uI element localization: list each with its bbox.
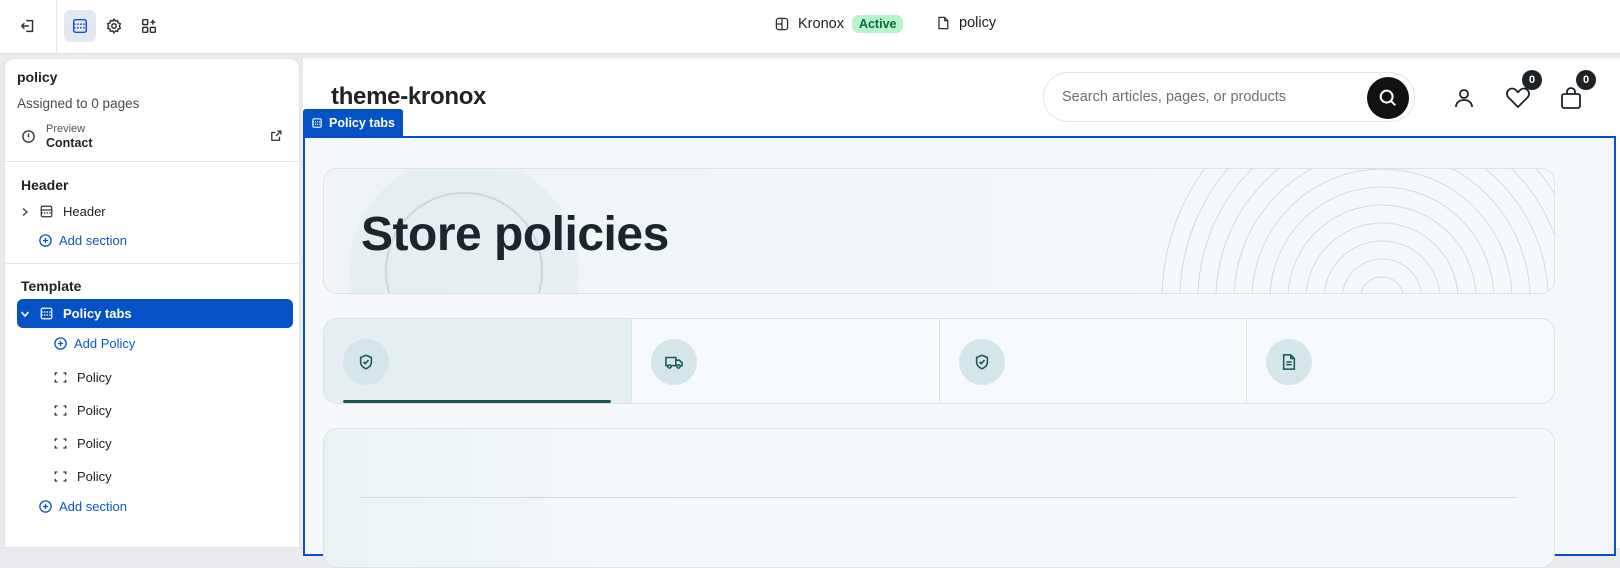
gear-icon — [106, 18, 122, 34]
page-title: Store policies — [361, 208, 669, 261]
plus-circle-icon — [39, 234, 52, 247]
section-label-text: Policy tabs — [329, 115, 395, 130]
cart-count-badge: 0 — [1576, 70, 1596, 90]
policy-tab[interactable] — [632, 319, 940, 403]
page-icon — [938, 16, 949, 30]
hero-banner: Store policies — [323, 168, 1555, 294]
panel-subtitle: Assigned to 0 pages — [17, 96, 140, 111]
search-placeholder: Search articles, pages, or products — [1062, 89, 1287, 105]
add-section-button-header[interactable]: Add section — [38, 233, 127, 248]
section-icon — [40, 307, 52, 320]
account-button[interactable] — [1452, 86, 1476, 115]
sections-panel: policy Assigned to 0 pages Preview Conta… — [4, 58, 300, 548]
section-item-label: Header — [63, 204, 106, 219]
policy-tabs-section[interactable]: Store policies — [303, 136, 1616, 568]
block-item-label: Policy — [77, 436, 112, 451]
panel-title: policy — [17, 69, 58, 85]
document-icon — [1283, 354, 1296, 370]
info-icon — [22, 130, 35, 143]
external-link-icon[interactable] — [269, 129, 283, 143]
block-item-policy[interactable]: Policy — [49, 396, 293, 425]
template-group-heading: Template — [21, 278, 82, 294]
editor-topbar: Kronox Active policy — [0, 0, 1620, 54]
site-header[interactable]: theme-kronox Search articles, pages, or … — [303, 58, 1620, 138]
block-item-label: Policy — [77, 469, 112, 484]
add-section-button-template[interactable]: Add section — [38, 499, 127, 514]
shield-check-icon — [359, 354, 373, 370]
search-bar[interactable]: Search articles, pages, or products — [1043, 72, 1415, 122]
policy-tab-bar — [323, 318, 1555, 404]
policy-tab[interactable] — [324, 319, 632, 403]
plus-circle-icon — [54, 337, 67, 350]
section-item-policy-tabs[interactable]: Policy tabs — [17, 299, 293, 328]
chevron-down-icon[interactable] — [20, 309, 30, 319]
topbar-divider — [56, 0, 57, 54]
block-icon — [54, 471, 66, 482]
add-section-label: Add section — [59, 233, 127, 248]
add-policy-button[interactable]: Add Policy — [53, 336, 135, 351]
theme-icon — [775, 17, 789, 31]
truck-icon — [664, 356, 683, 369]
apps-icon — [141, 18, 157, 34]
cart-button[interactable] — [1559, 86, 1583, 115]
apps-tab-button[interactable] — [133, 10, 165, 42]
search-icon — [1379, 89, 1397, 107]
preview-selector[interactable]: Preview Contact — [21, 123, 283, 151]
preview-value: Contact — [46, 136, 93, 150]
add-section-label: Add section — [59, 499, 127, 514]
sections-tab-button[interactable] — [64, 10, 96, 42]
block-icon — [54, 405, 66, 416]
block-icon — [54, 438, 66, 449]
content-divider — [361, 497, 1517, 498]
wishlist-button[interactable] — [1505, 86, 1531, 115]
theme-name: Kronox — [798, 16, 844, 32]
user-icon — [1455, 89, 1473, 108]
selected-section-label[interactable]: Policy tabs — [303, 109, 403, 136]
template-name: policy — [959, 15, 997, 31]
search-button[interactable] — [1367, 77, 1409, 119]
block-item-label: Policy — [77, 403, 112, 418]
policy-content-card — [323, 428, 1555, 568]
settings-tab-button[interactable] — [98, 10, 130, 42]
section-item-label: Policy tabs — [63, 306, 132, 321]
preview-canvas: theme-kronox Search articles, pages, or … — [303, 58, 1620, 568]
policy-tab[interactable] — [940, 319, 1248, 403]
header-group-heading: Header — [21, 177, 69, 193]
section-header-icon — [40, 205, 52, 218]
section-icon — [312, 117, 322, 128]
policy-tab[interactable] — [1247, 319, 1554, 403]
site-logo[interactable]: theme-kronox — [331, 83, 486, 111]
heart-icon — [1506, 87, 1530, 109]
block-item-label: Policy — [77, 370, 112, 385]
exit-icon — [20, 19, 34, 33]
block-item-policy[interactable]: Policy — [49, 462, 293, 491]
active-tab-indicator — [343, 400, 611, 403]
shield-check-icon — [975, 354, 988, 370]
bag-icon — [1561, 87, 1581, 109]
status-badge: Active — [851, 15, 904, 33]
block-item-policy[interactable]: Policy — [49, 363, 293, 392]
block-item-policy[interactable]: Policy — [49, 429, 293, 458]
wishlist-count-badge: 0 — [1522, 70, 1542, 90]
chevron-right-icon[interactable] — [20, 207, 30, 217]
block-icon — [54, 372, 66, 383]
divider — [5, 161, 299, 162]
divider — [5, 263, 299, 264]
theme-selector[interactable]: Kronox Active — [774, 15, 904, 33]
exit-button[interactable] — [12, 10, 44, 42]
section-item-header[interactable]: Header — [17, 197, 293, 226]
add-policy-label: Add Policy — [74, 336, 136, 351]
plus-circle-icon — [39, 500, 52, 513]
sections-icon — [72, 18, 88, 34]
preview-label: Preview — [46, 123, 86, 135]
template-selector[interactable]: policy — [935, 15, 996, 31]
